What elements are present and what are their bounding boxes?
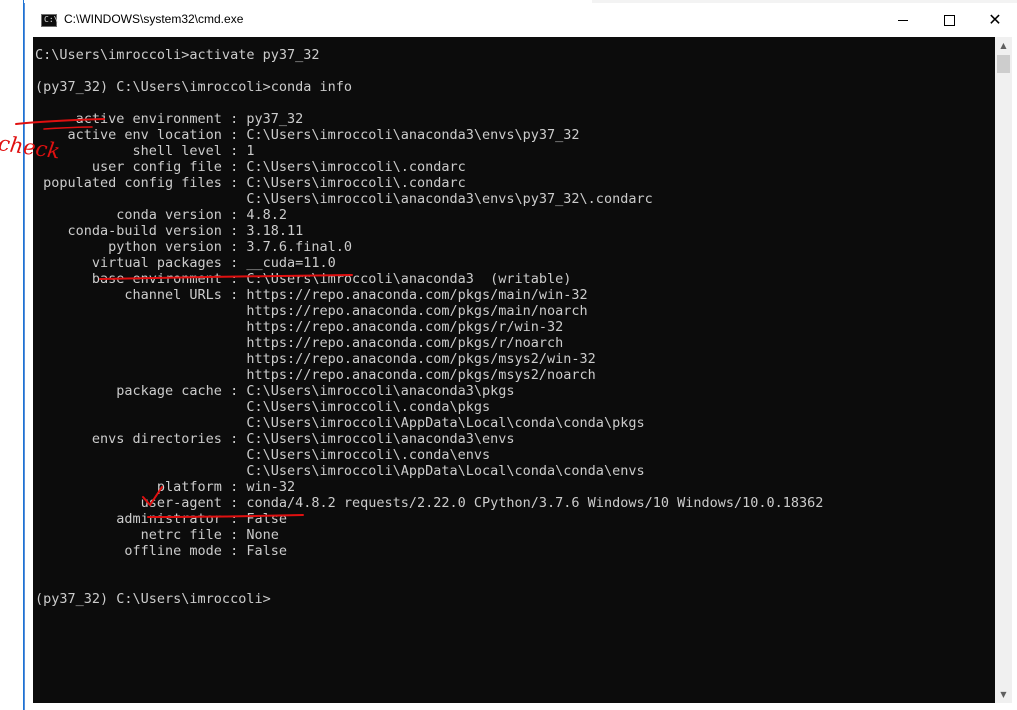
console-line: user config file : C:\Users\imroccoli\.c… xyxy=(35,159,466,175)
console-line: envs directories : C:\Users\imroccoli\an… xyxy=(35,431,515,447)
console-line: active environment : py37_32 xyxy=(35,111,304,127)
console-line: active env location : C:\Users\imroccoli… xyxy=(35,127,580,143)
console-output: C:\Users\imroccoli>activate py37_32 (py3… xyxy=(35,47,823,607)
console-line: https://repo.anaconda.com/pkgs/r/win-32 xyxy=(35,319,564,335)
console-line: C:\Users\imroccoli\.conda\pkgs xyxy=(35,399,491,415)
console-line: channel URLs : https://repo.anaconda.com… xyxy=(35,287,588,303)
console-line: conda version : 4.8.2 xyxy=(35,207,287,223)
console-line: C:\Users\imroccoli\AppData\Local\conda\c… xyxy=(35,463,645,479)
console-line: (py37_32) C:\Users\imroccoli> xyxy=(35,591,271,607)
desktop-background xyxy=(0,0,24,710)
console-line: conda-build version : 3.18.11 xyxy=(35,223,304,239)
maximize-button[interactable] xyxy=(926,3,972,37)
console-area[interactable]: C:\Users\imroccoli>activate py37_32 (py3… xyxy=(33,37,995,703)
console-line: user-agent : conda/4.8.2 requests/2.22.0… xyxy=(35,495,824,511)
cmd-icon[interactable]: C:\ xyxy=(41,14,58,27)
console-line: offline mode : False xyxy=(35,543,287,559)
minimize-icon xyxy=(898,19,908,21)
console-line: C:\Users\imroccoli\anaconda3\envs\py37_3… xyxy=(35,191,653,207)
console-line: https://repo.anaconda.com/pkgs/r/noarch xyxy=(35,335,564,351)
console-line: python version : 3.7.6.final.0 xyxy=(35,239,352,255)
scroll-down-arrow-icon[interactable]: ▼ xyxy=(995,686,1012,703)
scroll-up-arrow-icon[interactable]: ▲ xyxy=(995,37,1012,54)
console-line: base environment : C:\Users\imroccoli\an… xyxy=(35,271,572,287)
title-bar[interactable]: C:\ C:\WINDOWS\system32\cmd.exe ✕ xyxy=(25,3,1017,37)
console-line: administrator : False xyxy=(35,511,287,527)
console-line: netrc file : None xyxy=(35,527,279,543)
console-line: (py37_32) C:\Users\imroccoli>conda info xyxy=(35,79,352,95)
console-line: virtual packages : __cuda=11.0 xyxy=(35,255,336,271)
console-line: https://repo.anaconda.com/pkgs/msys2/win… xyxy=(35,351,596,367)
minimize-button[interactable] xyxy=(880,3,926,37)
console-line: https://repo.anaconda.com/pkgs/main/noar… xyxy=(35,303,588,319)
console-line: populated config files : C:\Users\imrocc… xyxy=(35,175,466,191)
window-title: C:\WINDOWS\system32\cmd.exe xyxy=(64,12,244,26)
console-line: package cache : C:\Users\imroccoli\anaco… xyxy=(35,383,515,399)
maximize-icon xyxy=(943,14,955,26)
vertical-scrollbar[interactable]: ▲ ▼ xyxy=(995,37,1012,703)
close-icon: ✕ xyxy=(988,10,1002,29)
console-line: shell level : 1 xyxy=(35,143,255,159)
console-line: https://repo.anaconda.com/pkgs/msys2/noa… xyxy=(35,367,596,383)
console-line: platform : win-32 xyxy=(35,479,296,495)
console-line: C:\Users\imroccoli\.conda\envs xyxy=(35,447,491,463)
console-line: C:\Users\imroccoli\AppData\Local\conda\c… xyxy=(35,415,645,431)
console-line: C:\Users\imroccoli>activate py37_32 xyxy=(35,47,320,63)
close-button[interactable]: ✕ xyxy=(972,3,1017,37)
scroll-thumb[interactable] xyxy=(997,55,1010,73)
cmd-window: C:\ C:\WINDOWS\system32\cmd.exe ✕ C:\Use… xyxy=(24,3,1017,710)
